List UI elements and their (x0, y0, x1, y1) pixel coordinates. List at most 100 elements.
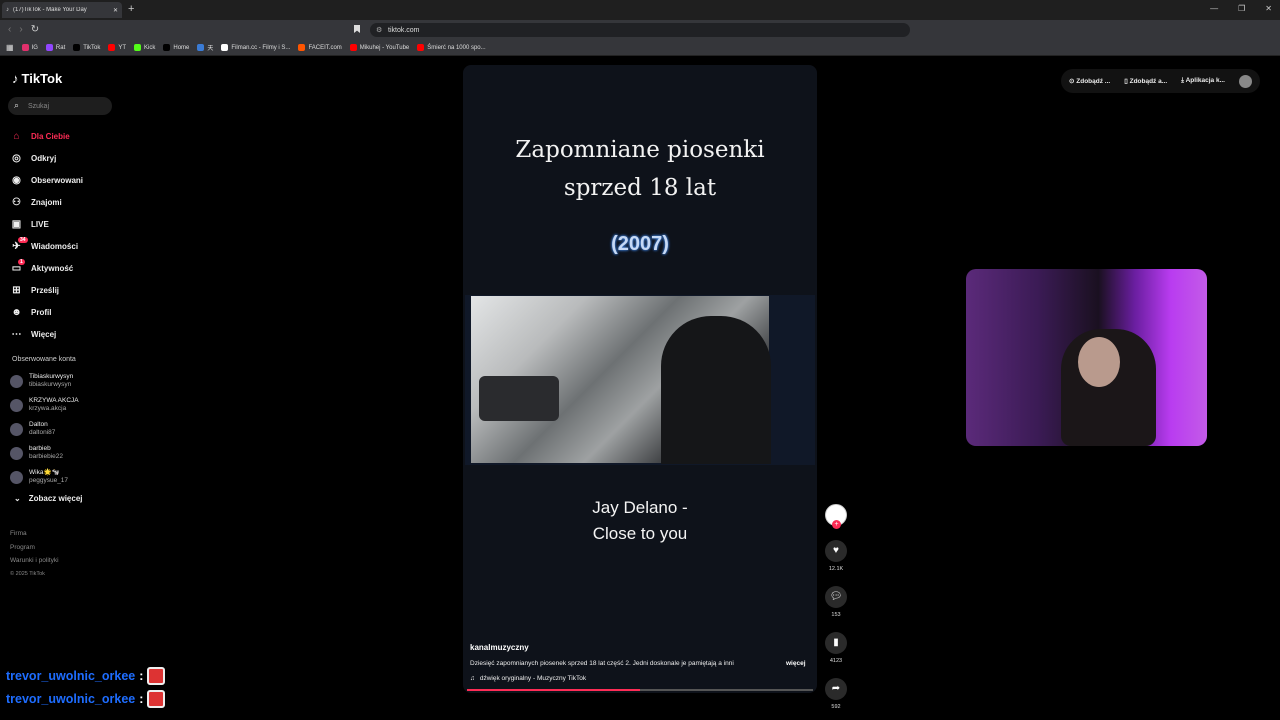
video-title-line: Zapomniane piosenki (515, 137, 765, 163)
share-arrow-icon[interactable]: ➦ (825, 678, 847, 700)
bookmark-label: Śmierć na 1000 spo... (427, 44, 486, 51)
video-sound[interactable]: ♫ dźwięk oryginalny - Muzyczny TikTok (470, 675, 586, 682)
bookmarks-bar: ▦ IG Rat TikTok YT Kick Home 天 Filman.cc… (0, 40, 1280, 56)
account-name: Wika🌟🐄 (29, 469, 60, 476)
bookmark-item[interactable]: Home (163, 44, 189, 51)
sidebar-item-friends[interactable]: ⚇ Znajomi (10, 191, 120, 213)
sidebar-item-explore[interactable]: ◎ Odkryj (10, 147, 120, 169)
sidebar-item-label: Wiadomości (31, 241, 79, 251)
comment-count: 153 (831, 612, 841, 618)
sidebar-item-label: Znajomi (31, 197, 62, 207)
reload-icon[interactable]: ↻ (31, 24, 39, 35)
chat-message: trevor_uwolnic_orkee : (6, 664, 176, 687)
logo-text: TikTok (21, 71, 63, 86)
bookmark-item[interactable]: IG (21, 44, 38, 51)
progress-fill (467, 689, 640, 691)
user-avatar[interactable] (1239, 74, 1252, 88)
bookmark-label: YT (118, 44, 127, 51)
upload-icon: ⊞ (12, 284, 21, 296)
sidebar-item-messages[interactable]: ✈ 34 Wiadomości (10, 235, 120, 257)
see-more-button[interactable]: ⌄ Zobacz więcej (14, 494, 83, 503)
sidebar-item-following[interactable]: ◉ Obserwowani (10, 169, 120, 191)
sidebar-item-label: Więcej (31, 329, 57, 339)
bookmark-label: Kick (144, 44, 156, 51)
share-action[interactable]: ➦ 592 (820, 678, 852, 710)
home-icon: ⌂ (13, 130, 20, 142)
bookmark-item[interactable]: Śmierć na 1000 spo... (417, 44, 486, 51)
footer-link[interactable]: Firma (10, 527, 59, 541)
progress-bar[interactable] (467, 689, 813, 691)
get-coins-button[interactable]: ⊙ Zdobądź ... (1069, 77, 1110, 85)
bookmark-favicon-icon (45, 44, 53, 51)
close-tab-icon[interactable]: ✕ (113, 7, 118, 14)
bookmark-label: FACEIT.com (308, 44, 342, 51)
bookmark-favicon-icon (197, 44, 205, 51)
video-author[interactable]: kanalmuzyczny (470, 643, 529, 652)
like-action[interactable]: ♥ 12.1K (820, 540, 852, 572)
forward-icon[interactable]: › (19, 24, 22, 35)
avatar (10, 446, 23, 460)
sidebar-item-for-you[interactable]: ⌂ Dla Ciebie (10, 125, 120, 147)
sidebar-item-label: Odkryj (31, 153, 57, 163)
more-button[interactable]: więcej (786, 660, 806, 667)
tiktok-logo[interactable]: ♪ TikTok (12, 71, 62, 86)
music-video-image (471, 296, 771, 464)
browser-tab[interactable]: ♪ (17)TikTok - Make Your Day ✕ (2, 2, 122, 18)
bookmark-item[interactable]: Kick (134, 44, 155, 51)
bookmark-item[interactable]: 天 (197, 43, 213, 52)
bookmark-favicon-icon (21, 44, 29, 51)
bookmark-item[interactable]: Rat (45, 44, 65, 51)
top-item-label: Zdobądź ... (1076, 78, 1111, 85)
sidebar-footer: Firma Program Warunki i polityki © 2025 … (10, 527, 59, 581)
followed-account[interactable]: barbieb barbiebie22 (10, 441, 120, 465)
followed-account[interactable]: KRZYWA AKCJA krzywa.akcja (10, 393, 120, 417)
url-field[interactable]: ⚙ tiktok.com (370, 23, 910, 37)
bookmark-item[interactable]: YT (108, 44, 126, 51)
search-input[interactable]: ⌕ Szukaj (8, 97, 112, 115)
account-name: Tibiaskurwysyn (29, 373, 74, 380)
footer-link[interactable]: Warunki i polityki (10, 554, 59, 568)
new-tab-button[interactable]: + (128, 3, 134, 15)
sidebar-item-live[interactable]: ▣ LIVE (10, 213, 120, 235)
compass-icon: ◎ (12, 152, 21, 164)
desktop-app-button[interactable]: ⤓ Aplikacja k... (1181, 77, 1225, 85)
footer-link[interactable]: Program (10, 541, 59, 555)
site-info-icon[interactable]: ⚙ (376, 26, 382, 34)
bookmark-item[interactable]: Filman.cc - Filmy i S... (221, 44, 290, 51)
restore-icon[interactable]: ❐ (1238, 4, 1245, 13)
video-player[interactable]: Zapomniane piosenki sprzed 18 lat (2007)… (463, 65, 817, 693)
followed-account[interactable]: Dalton daltoni87 (10, 417, 120, 441)
creator-avatar[interactable]: + (825, 504, 847, 529)
bookmark-item[interactable]: FACEIT.com (298, 44, 342, 51)
sidebar-item-profile[interactable]: ☻ Profil (10, 301, 120, 323)
comment-action[interactable]: 💬︎ 153 (820, 586, 852, 618)
sidebar-item-upload[interactable]: ⊞ Prześlij (10, 279, 120, 301)
followed-account[interactable]: Wika🌟🐄 peggysue_17 (10, 465, 120, 489)
close-window-icon[interactable]: ✕ (1265, 4, 1272, 13)
followed-account[interactable]: Tibiaskurwysyn tibiaskurwysyn (10, 369, 120, 393)
sidebar-item-label: Aktywność (31, 263, 74, 273)
followed-accounts-title: Obserwowane konta (12, 356, 76, 363)
get-app-button[interactable]: ▯ Zdobądź a... (1124, 77, 1167, 85)
follow-plus-icon[interactable]: + (832, 520, 841, 529)
bookmark-label: IG (31, 44, 38, 51)
back-icon[interactable]: ‹ (8, 24, 11, 35)
bookmark-item[interactable]: TikTok (73, 44, 100, 51)
minimize-icon[interactable]: — (1210, 4, 1218, 13)
account-name: Dalton (29, 421, 48, 428)
bookmark-label: TikTok (83, 44, 101, 51)
bookmark-item[interactable]: Mikuhej - YouTube (349, 44, 409, 51)
stream-chat-overlay: trevor_uwolnic_orkee : trevor_uwolnic_or… (6, 664, 176, 710)
apps-grid-icon[interactable]: ▦ (6, 43, 14, 52)
chevron-down-icon: ⌄ (14, 494, 21, 503)
bookmark-save-icon[interactable]: ▮ (825, 632, 847, 654)
avatar (10, 422, 23, 436)
sidebar-item-more[interactable]: ⋯ Więcej (10, 323, 120, 345)
comment-icon[interactable]: 💬︎ (825, 586, 847, 608)
sidebar-item-activity[interactable]: ▭ 1 Aktywność (10, 257, 120, 279)
top-right-bar: ⊙ Zdobądź ... ▯ Zdobądź a... ⤓ Aplikacja… (1060, 69, 1260, 93)
bookmark-favicon-icon (163, 44, 171, 51)
bookmark-favicon-icon (134, 44, 142, 51)
heart-icon[interactable]: ♥ (825, 540, 847, 562)
save-action[interactable]: ▮ 4123 (820, 632, 852, 664)
